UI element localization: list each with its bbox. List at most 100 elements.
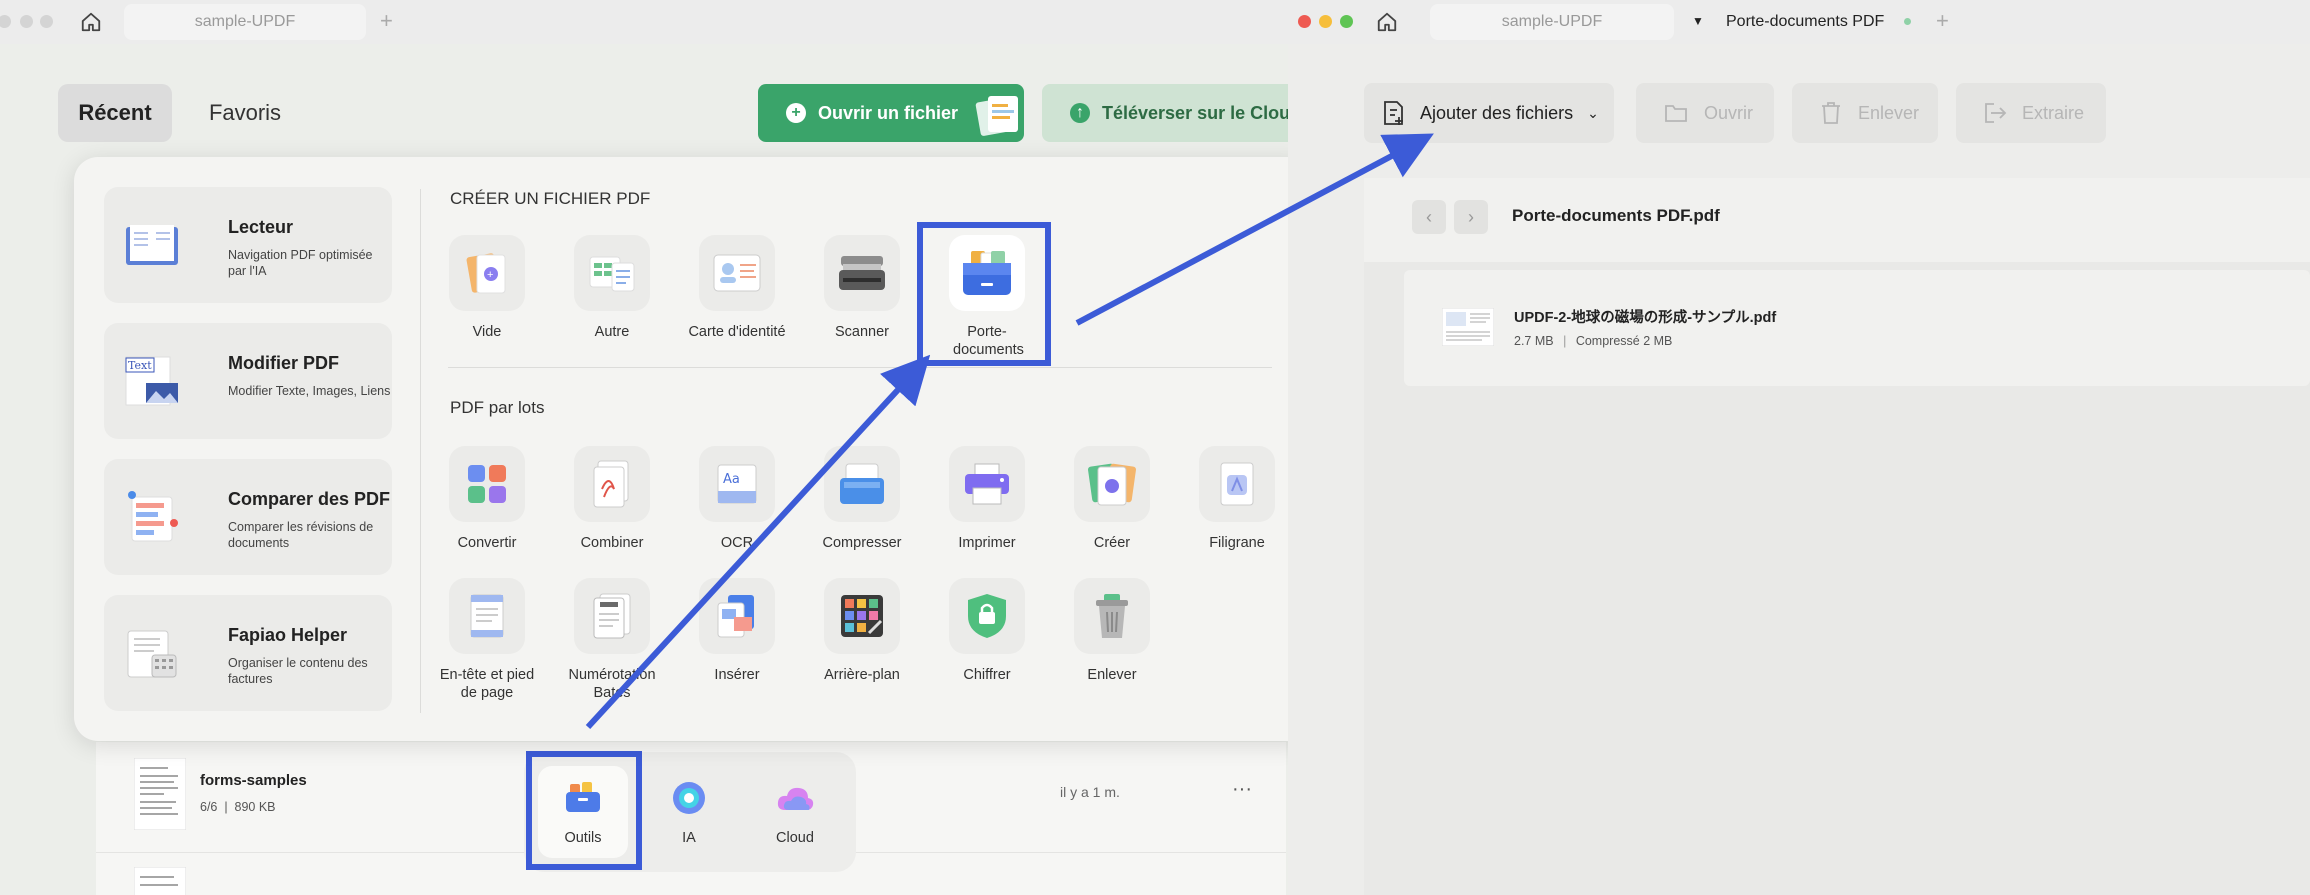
book-icon <box>126 225 178 265</box>
unsaved-dot <box>1904 18 1911 25</box>
tab-sample-updf[interactable]: sample-UPDF <box>124 4 366 40</box>
printer-icon <box>965 463 1009 505</box>
card-edit-pdf[interactable]: Text Modifier PDF Modifier Texte, Images… <box>104 323 392 439</box>
file-size: 2.7 MB <box>1514 334 1554 348</box>
card-reader[interactable]: Lecteur Navigation PDF optimisée par l'I… <box>104 187 392 303</box>
file-thumbnail <box>134 758 186 830</box>
tool-label: Numérotation Bates <box>568 667 656 701</box>
portfolio-file-name: UPDF-2-地球の磁場の形成-サンプル.pdf <box>1514 310 1777 326</box>
traffic-light[interactable] <box>20 15 33 28</box>
section-divider <box>448 367 1272 368</box>
tab-sample-updf[interactable]: sample-UPDF <box>1430 4 1674 40</box>
remove-button[interactable]: Enlever <box>1792 83 1938 143</box>
back-chevron-icon[interactable]: ‹ <box>1412 200 1446 234</box>
tool-id-card[interactable]: Carte d'identité <box>677 235 797 341</box>
trash-icon <box>1822 102 1840 124</box>
recent-file-meta: 6/6 | 890 KB <box>200 800 276 814</box>
open-button[interactable]: Ouvrir <box>1636 83 1774 143</box>
tab-bar: sample-UPDF ▼ Porte-documents PDF + <box>1288 0 2310 44</box>
extract-button[interactable]: Extraire <box>1956 83 2106 143</box>
tool-label: Enlever <box>1087 667 1137 683</box>
batch-section-title: PDF par lots <box>450 398 545 417</box>
traffic-light[interactable] <box>0 15 11 28</box>
tool-header-footer[interactable]: En-tête et pied de page <box>427 578 547 702</box>
tool-label: Vide <box>472 324 502 340</box>
meta-separator: | <box>1563 334 1567 348</box>
add-files-label: Ajouter des fichiers <box>1420 102 1574 123</box>
portfolio-header: ‹ › Porte-documents PDF.pdf <box>1364 178 2310 262</box>
minimize-window-button[interactable] <box>1319 15 1332 28</box>
forward-chevron-icon[interactable]: › <box>1454 200 1488 234</box>
home-icon[interactable] <box>76 8 106 36</box>
tool-label: Compresser <box>822 535 902 551</box>
recent-file-name: forms-samples <box>200 772 307 789</box>
tool-label: Chiffrer <box>963 667 1011 683</box>
close-window-button[interactable] <box>1298 15 1311 28</box>
add-file-icon <box>1384 101 1403 125</box>
new-tab-plus-icon[interactable]: + <box>380 8 393 34</box>
extract-label: Extraire <box>2022 102 2085 123</box>
portfolio-file-meta: 2.7 MB | Compressé 2 MB <box>1514 334 1672 348</box>
card-compare-pdf[interactable]: Comparer des PDF Comparer les révisions … <box>104 459 392 575</box>
open-file-label: Ouvrir un fichier <box>818 102 959 123</box>
tool-print[interactable]: Imprimer <box>927 446 1047 552</box>
portfolio-file-item[interactable]: UPDF-2-地球の磁場の形成-サンプル.pdf 2.7 MB | Compre… <box>1404 270 2310 386</box>
card-title: Comparer des PDF <box>228 489 391 509</box>
compress-icon <box>840 463 884 504</box>
edit-text-icon: Text <box>125 356 178 406</box>
file-thumbnail <box>134 867 186 895</box>
dock-ai-label: IA <box>682 830 696 846</box>
tab-portfolio[interactable]: Porte-documents PDF <box>1726 13 1884 31</box>
card-title: Fapiao Helper <box>228 625 348 645</box>
upload-cloud-button[interactable]: ↑ Téléverser sur le Cloud <box>1042 84 1288 142</box>
tab-favorites[interactable]: Favoris <box>190 84 300 142</box>
home-icon[interactable] <box>1372 8 1402 36</box>
invoice-icon <box>127 630 177 678</box>
tool-convert[interactable]: Convertir <box>427 446 547 552</box>
tab-dropdown-icon[interactable]: ▼ <box>1692 14 1704 28</box>
tool-label: Créer <box>1093 535 1131 551</box>
insert-icon <box>717 595 754 638</box>
create-batch-icon <box>1088 463 1136 506</box>
new-tab-plus-icon[interactable]: + <box>1936 8 1949 34</box>
portfolio-title: Porte-documents PDF.pdf <box>1512 206 1720 225</box>
ai-icon <box>673 782 705 814</box>
tool-combine[interactable]: Combiner <box>552 446 672 552</box>
create-section-title: CRÉER UN FICHIER PDF <box>450 189 651 208</box>
tool-encrypt[interactable]: Chiffrer <box>927 578 1047 684</box>
tool-bates-numbering[interactable]: Numérotation Bates <box>552 578 672 702</box>
dock-ai[interactable]: IA <box>644 766 734 858</box>
tools-popover-panel: Lecteur Navigation PDF optimisée par l'I… <box>74 157 1288 741</box>
tool-label: Insérer <box>714 667 760 683</box>
tab-bar: sample-UPDF + <box>0 0 1288 44</box>
tool-scanner[interactable]: Scanner <box>802 235 922 341</box>
traffic-light[interactable] <box>40 15 53 28</box>
tool-label: Autre <box>594 324 630 340</box>
more-options-icon[interactable]: ··· <box>1232 778 1252 801</box>
tool-remove[interactable]: Enlever <box>1052 578 1172 684</box>
recent-file-time: il y a 1 m. <box>1060 784 1120 800</box>
zoom-window-button[interactable] <box>1340 15 1353 28</box>
tool-compress[interactable]: Compresser <box>802 446 922 552</box>
chevron-down-icon: ⌄ <box>1587 104 1599 121</box>
blank-doc-icon: + <box>466 253 506 294</box>
tool-other[interactable]: Autre <box>552 235 672 341</box>
tool-background[interactable]: Arrière-plan <box>802 578 922 684</box>
card-subtitle: Modifier Texte, Images, Liens <box>228 384 391 398</box>
tools-highlight-box <box>526 751 642 870</box>
card-fapiao-helper[interactable]: Fapiao Helper Organiser le contenu des f… <box>104 595 392 711</box>
open-file-button[interactable]: + Ouvrir un fichier <box>758 84 1024 142</box>
lock-shield-icon <box>968 594 1006 638</box>
tab-recent[interactable]: Récent <box>58 84 172 142</box>
tool-create[interactable]: Créer <box>1052 446 1172 552</box>
tool-insert[interactable]: Insérer <box>677 578 797 684</box>
card-title: Lecteur <box>228 217 294 237</box>
tool-ocr[interactable]: Aa OCR <box>677 446 797 552</box>
tool-blank[interactable]: + Vide <box>427 235 547 341</box>
tool-label: OCR <box>720 535 754 551</box>
portfolio-window: sample-UPDF ▼ Porte-documents PDF + Ajou… <box>1288 0 2310 895</box>
dock-cloud[interactable]: Cloud <box>750 766 840 858</box>
portfolio-highlight-box <box>917 222 1051 366</box>
add-files-button[interactable]: Ajouter des fichiers ⌄ <box>1364 83 1614 143</box>
tool-watermark[interactable]: Filigrane <box>1177 446 1288 552</box>
